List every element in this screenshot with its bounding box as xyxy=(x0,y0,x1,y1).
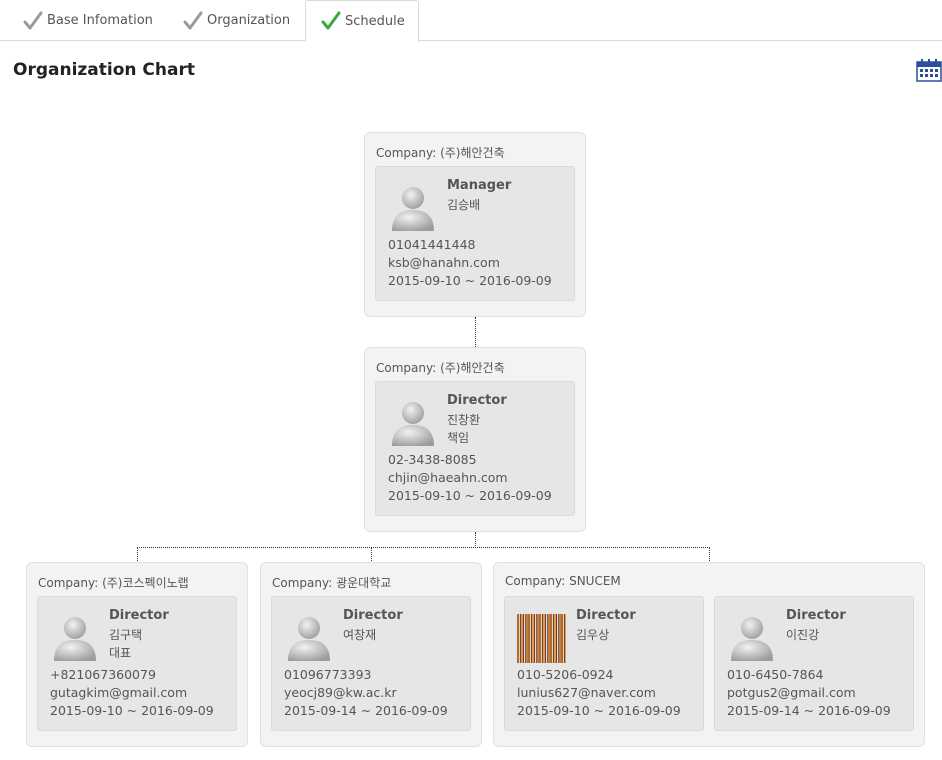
person-phone: 02-3438-8085 xyxy=(388,452,477,467)
connector-line xyxy=(475,532,476,548)
person-role: Director xyxy=(447,393,507,408)
tab-bar: Base Infomation Organization Schedule xyxy=(0,0,942,42)
person-name: 김우상 xyxy=(576,628,610,642)
company-card: Company: 광운대학교 Director 여창재 01096773393 … xyxy=(260,562,482,747)
company-label: Company: (주)해안건축 xyxy=(376,361,505,375)
person-name: 이진강 xyxy=(786,628,820,642)
person-email: chjin@haeahn.com xyxy=(388,470,508,485)
person-card[interactable]: Director 김구택 대표 +821067360079 gutagkim@g… xyxy=(37,596,237,731)
tab-label: Base Infomation xyxy=(47,13,153,28)
avatar-icon xyxy=(731,617,773,661)
avatar-icon xyxy=(392,402,434,446)
tab-schedule[interactable]: Schedule xyxy=(305,0,419,42)
company-card: Company: (주)해안건축 Director 진창환 책임 02-3438… xyxy=(364,347,586,532)
tab-base-information[interactable]: Base Infomation xyxy=(22,0,153,41)
person-name: 진창환 xyxy=(447,413,481,427)
connector-line xyxy=(371,547,372,563)
person-email: gutagkim@gmail.com xyxy=(50,685,188,700)
avatar-icon xyxy=(288,617,330,661)
person-role: Manager xyxy=(447,178,512,193)
person-card[interactable]: Director 김우상 010-5206-0924 lunius627@nav… xyxy=(504,596,704,731)
person-role: Director xyxy=(576,608,636,623)
person-period: 2015-09-10 ~ 2016-09-09 xyxy=(388,488,552,503)
connector-line xyxy=(475,317,476,347)
person-card[interactable]: Director 진창환 책임 02-3438-8085 chjin@haeah… xyxy=(375,381,575,516)
checkmark-icon xyxy=(321,11,341,30)
person-role: Director xyxy=(343,608,403,623)
person-card[interactable]: Director 여창재 01096773393 yeocj89@kw.ac.k… xyxy=(271,596,471,731)
company-label: Company: (주)코스펙이노랩 xyxy=(38,576,189,590)
company-card: Company: SNUCEM Director 김우상 010-5206-09… xyxy=(493,562,925,747)
person-title: 대표 xyxy=(109,646,132,660)
tab-organization[interactable]: Organization xyxy=(182,0,290,41)
person-role: Director xyxy=(109,608,169,623)
person-period: 2015-09-14 ~ 2016-09-09 xyxy=(284,703,448,718)
person-card[interactable]: Manager 김승배 01041441448 ksb@hanahn.com 2… xyxy=(375,166,575,301)
tab-label: Organization xyxy=(207,13,291,28)
person-name: 김구택 xyxy=(109,628,143,642)
checkmark-icon xyxy=(183,11,203,29)
company-label: Company: 광운대학교 xyxy=(272,576,392,590)
person-phone: 01096773393 xyxy=(284,667,372,682)
calendar-icon[interactable] xyxy=(916,58,942,82)
company-card: Company: (주)코스펙이노랩 Director 김구택 대표 +8210… xyxy=(26,562,248,747)
person-card[interactable]: Director 이진강 010-6450-7864 potgus2@gmail… xyxy=(714,596,914,731)
person-name: 여창재 xyxy=(343,628,377,642)
checkmark-icon xyxy=(23,11,43,29)
tab-label: Schedule xyxy=(345,13,405,29)
person-phone: 01041441448 xyxy=(388,237,476,252)
person-email: lunius627@naver.com xyxy=(517,685,656,700)
person-name: 김승배 xyxy=(447,198,481,212)
person-period: 2015-09-10 ~ 2016-09-09 xyxy=(50,703,214,718)
avatar-icon xyxy=(392,187,434,231)
company-label: Company: (주)해안건축 xyxy=(376,146,505,160)
company-label: Company: SNUCEM xyxy=(505,574,621,588)
company-card: Company: (주)해안건축 Manager 김승배 01041441448… xyxy=(364,132,586,317)
person-phone: 010-6450-7864 xyxy=(727,667,824,682)
connector-line xyxy=(137,547,710,548)
person-email: potgus2@gmail.com xyxy=(727,685,856,700)
connector-line xyxy=(709,547,710,563)
person-title: 책임 xyxy=(447,431,470,445)
person-period: 2015-09-14 ~ 2016-09-09 xyxy=(727,703,891,718)
person-role: Director xyxy=(786,608,846,623)
person-email: yeocj89@kw.ac.kr xyxy=(284,685,397,700)
connector-line xyxy=(137,547,138,563)
person-photo xyxy=(517,614,566,663)
avatar-icon xyxy=(54,617,96,661)
person-period: 2015-09-10 ~ 2016-09-09 xyxy=(388,273,552,288)
person-email: ksb@hanahn.com xyxy=(388,255,500,270)
page-title: Organization Chart xyxy=(13,60,195,80)
person-phone: 010-5206-0924 xyxy=(517,667,614,682)
person-phone: +821067360079 xyxy=(50,667,156,682)
person-period: 2015-09-10 ~ 2016-09-09 xyxy=(517,703,681,718)
